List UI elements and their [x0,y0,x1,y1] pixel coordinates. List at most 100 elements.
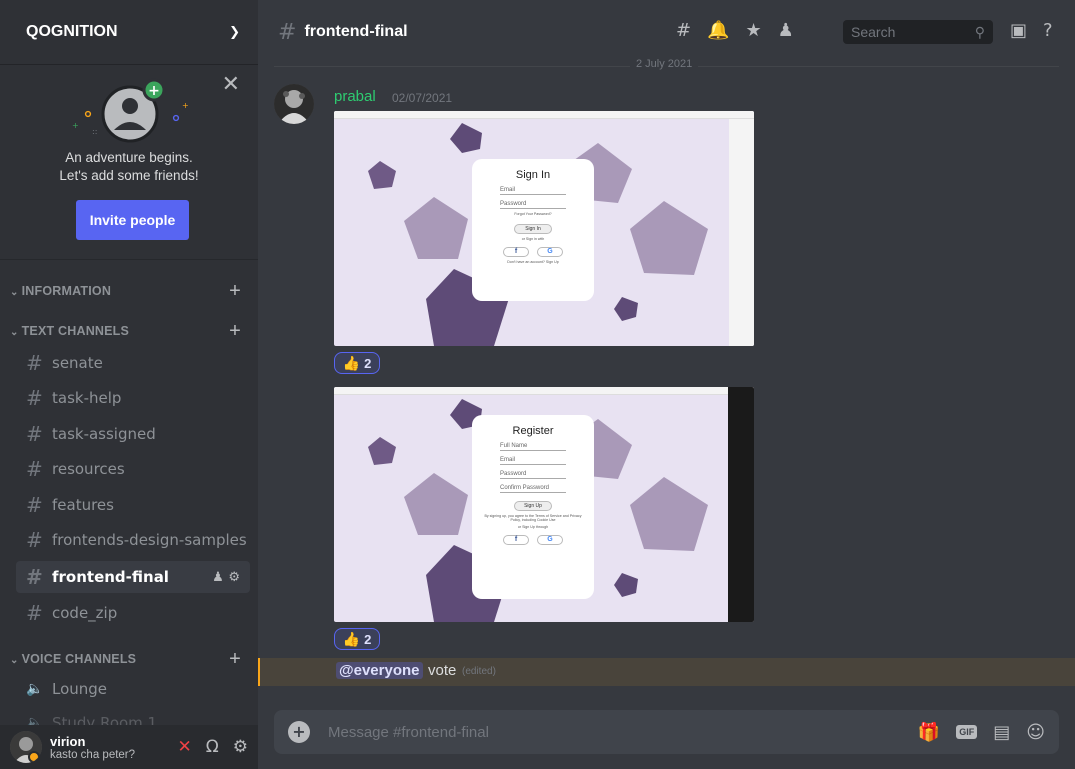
signin-dialog: Sign In Email Password Forgot Your Passw… [472,159,594,301]
category-information[interactable]: INFORMATION + [10,280,245,303]
channel-name: senate [52,354,103,372]
channel-sidebar: QOGNITION ❯ ✕ + + + :: An adventure begi… [0,0,258,769]
username: virion [50,733,86,749]
category-label: VOICE CHANNELS [10,652,136,666]
emoji-icon[interactable]: ☺ [1026,722,1045,743]
channel-name: features [52,496,114,514]
hashtag-icon: # [26,493,43,517]
mute-microphone-icon[interactable]: ✕ [178,737,192,757]
hashtag-icon: # [26,601,43,625]
channel-actions: ♟ ⚙ [212,570,240,585]
message-text: vote [428,662,457,679]
chevron-down-icon[interactable]: ❯ [229,25,240,40]
user-panel: virion kasto cha peter? ✕ Ω ⚙ [0,725,258,769]
gift-icon[interactable]: 🎁 [918,722,940,743]
hashtag-thread-icon: # [26,528,43,552]
window-titlebar [334,111,754,119]
dark-side-panel [728,387,754,622]
channel-task-assigned[interactable]: # task-assigned [16,418,250,450]
sticker-icon[interactable]: ▤ [993,722,1010,743]
signup-prompt: Don't have an account? Sign Up [507,260,559,264]
close-icon[interactable]: ✕ [222,72,240,97]
gear-icon[interactable]: ⚙ [233,737,248,757]
email-field: Email [500,457,566,465]
gif-button[interactable]: GIF [956,725,978,739]
reaction-count: 2 [364,631,372,647]
hashtag-thread-icon: # [26,457,43,481]
headphones-icon[interactable]: Ω [206,737,219,757]
or-text: or Sign in with [521,237,545,241]
window-titlebar [334,387,754,395]
channel-task-help[interactable]: # task-help [16,382,250,414]
message-timestamp: 02/07/2021 [392,91,453,105]
category-voice-channels[interactable]: VOICE CHANNELS + [10,648,245,671]
server-name: QOGNITION [26,23,118,40]
email-field: Email [500,187,566,195]
terms-text: By signing up, you agree to the Terms of… [484,514,582,522]
svg-text:+: + [148,83,160,99]
attachment-image-register[interactable]: Register Full Name Email Password Confir… [334,387,754,622]
mention-message: @everyone vote (edited) [258,658,1075,686]
invite-people-button[interactable]: Invite people [76,200,189,240]
search-icon: ⚲ [974,23,985,40]
signup-button: Sign Up [514,501,552,511]
add-channel-icon[interactable]: + [229,648,241,671]
hashtag-icon: # [26,351,43,375]
message-composer: + 🎁 GIF ▤ ☺ [274,710,1059,754]
channel-frontends-design-samples[interactable]: # frontends-design-samples [16,524,250,556]
category-text-channels[interactable]: TEXT CHANNELS + [10,320,245,343]
channel-header: # frontend-final # 🔔 ★ ♟ Search ⚲ ▣ ? [258,0,1075,64]
signin-button: Sign In [514,224,552,234]
password-field: Password [500,201,566,209]
date-separator: 2 July 2021 [274,58,1059,70]
add-channel-icon[interactable]: + [229,280,241,303]
channel-name: task-help [52,389,122,407]
search-input[interactable]: Search ⚲ [843,20,993,44]
create-invite-icon[interactable]: ♟ [212,570,224,585]
gear-icon[interactable]: ⚙ [228,570,240,585]
message-avatar[interactable] [274,84,314,124]
thumbs-up-icon: 👍 [342,354,361,371]
channel-name: code_zip [52,604,118,622]
channel-frontend-final[interactable]: # frontend-final ♟ ⚙ [16,561,250,593]
user-avatar[interactable] [10,731,42,763]
members-icon[interactable]: ♟ [778,20,794,41]
svg-text:::: :: [92,127,97,136]
register-dialog: Register Full Name Email Password Confir… [472,415,594,599]
category-label: TEXT CHANNELS [10,324,129,338]
hashtag-icon: # [26,386,43,410]
custom-status: kasto cha peter? [50,748,136,761]
message-author[interactable]: prabal [334,88,376,105]
everyone-mention[interactable]: @everyone [336,662,423,679]
pin-icon[interactable]: ★ [746,20,762,41]
channel-senate[interactable]: # senate [16,347,250,379]
search-placeholder: Search [851,24,896,40]
inbox-icon[interactable]: ▣ [1010,20,1027,41]
hashtag-icon: # [26,565,43,589]
svg-text:+: + [182,101,189,110]
channel-name: frontend-final [52,568,169,586]
channel-resources[interactable]: # resources [16,453,250,485]
help-icon[interactable]: ? [1043,20,1053,41]
server-header[interactable]: QOGNITION ❯ [0,0,258,64]
svg-text:+: + [72,121,79,130]
bell-icon[interactable]: 🔔 [707,20,729,41]
voice-channel-lounge[interactable]: 🔈 Lounge [16,673,250,705]
chat-area: # frontend-final # 🔔 ★ ♟ Search ⚲ ▣ ? 2 … [258,0,1075,769]
message-input[interactable] [328,723,828,741]
channel-name: resources [52,460,125,478]
facebook-icon: f [503,247,529,257]
invite-text-line2: Let's add some friends! [59,168,199,183]
channel-name: task-assigned [52,425,156,443]
reaction-thumbs-up[interactable]: 👍 2 [334,628,380,650]
reaction-thumbs-up[interactable]: 👍 2 [334,352,380,374]
fullname-field: Full Name [500,443,566,451]
add-channel-icon[interactable]: + [229,320,241,343]
attachment-image-signin[interactable]: Sign In Email Password Forgot Your Passw… [334,111,754,346]
channel-features[interactable]: # features [16,489,250,521]
upload-plus-icon[interactable]: + [288,721,310,743]
threads-icon[interactable]: # [676,20,691,41]
dialog-title: Sign In [515,169,551,181]
channel-code-zip[interactable]: # code_zip [16,597,250,629]
channel-name: frontends-design-samples [52,531,247,549]
